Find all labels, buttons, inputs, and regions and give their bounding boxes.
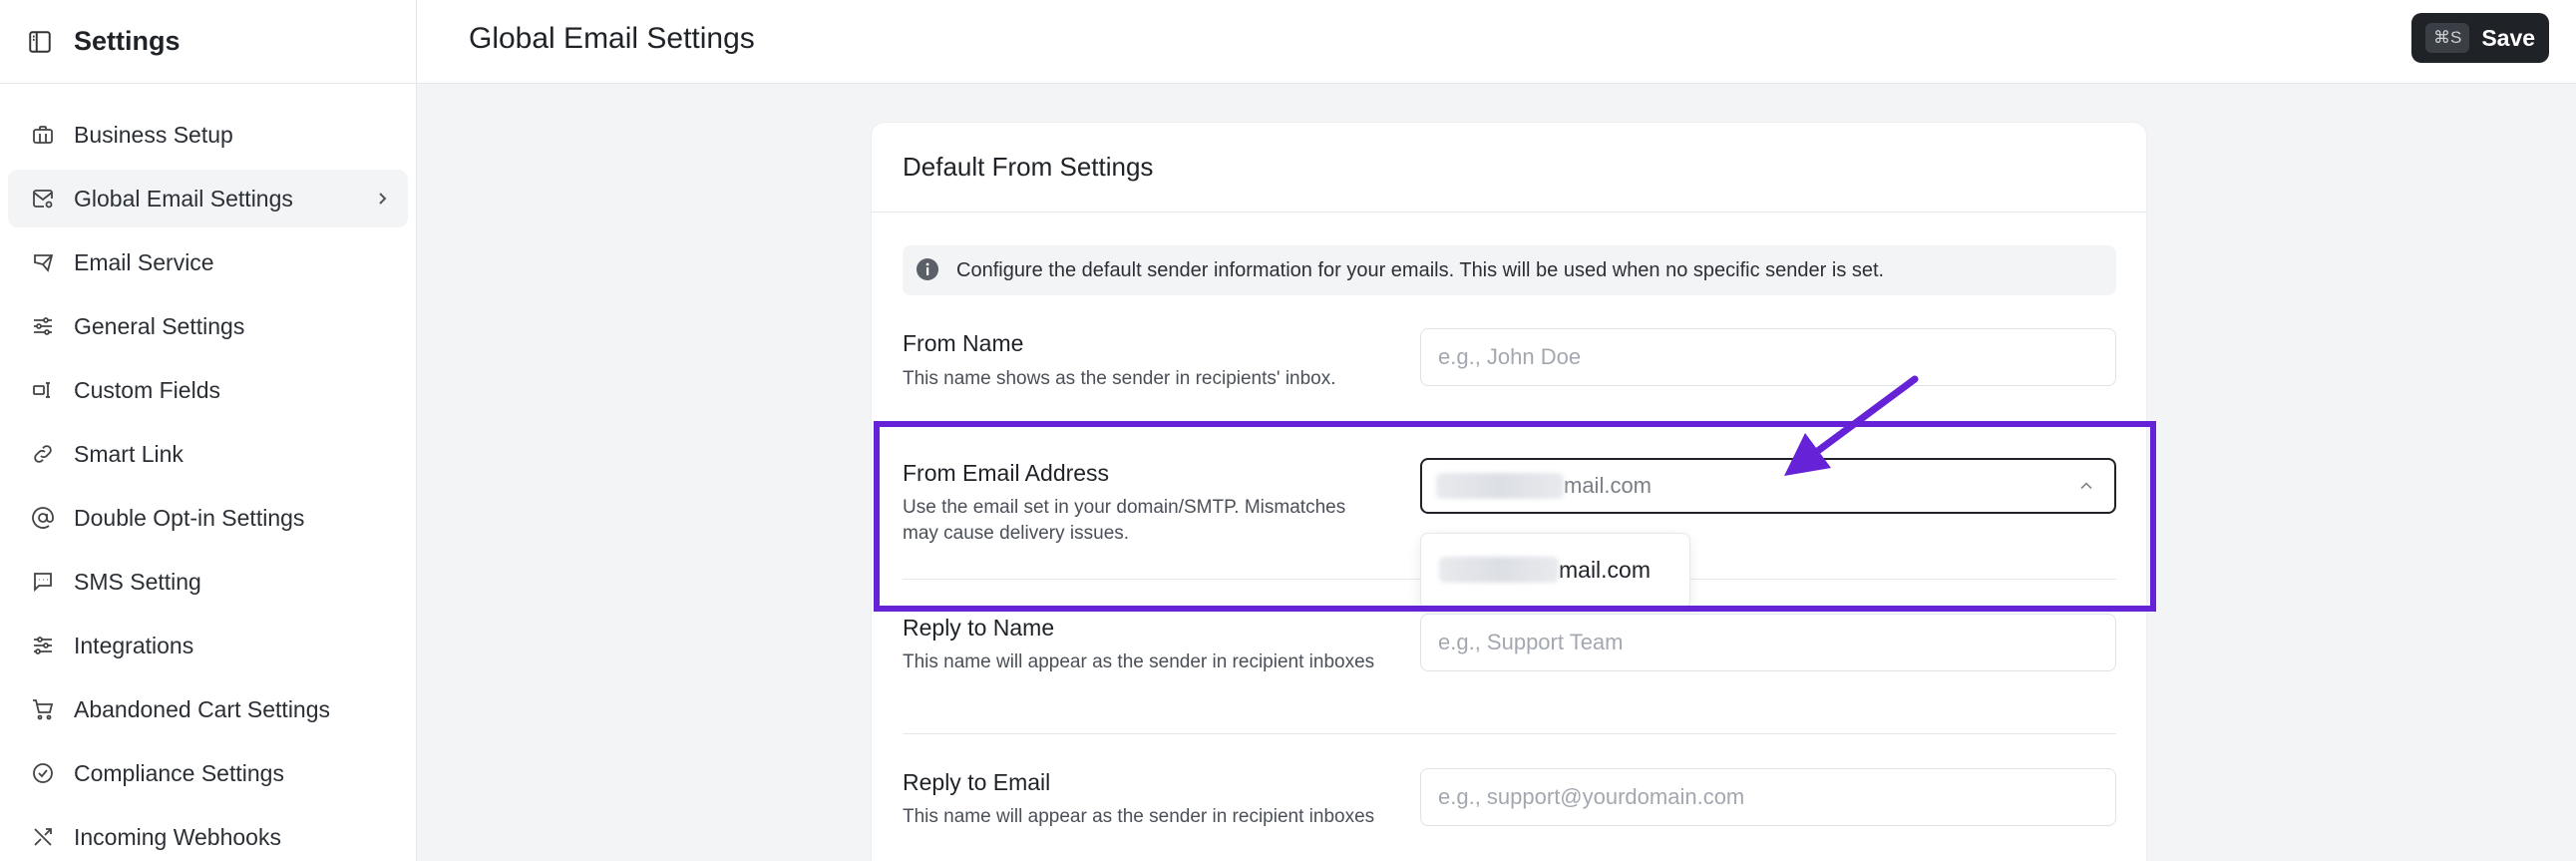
save-button[interactable]: ⌘S Save (2411, 13, 2549, 63)
sidebar-item-global-email-settings[interactable]: Global Email Settings (8, 170, 408, 227)
topbar: Global Email Settings ⌘S Save (417, 0, 2576, 84)
from-name-input[interactable] (1420, 328, 2116, 386)
message-icon (29, 568, 57, 596)
mail-settings-icon (29, 185, 57, 213)
reply-name-help: This name will appear as the sender in r… (903, 651, 1375, 672)
sidebar-item-incoming-webhooks[interactable]: Incoming Webhooks (8, 808, 408, 861)
sidebar-item-abandoned-cart-settings[interactable]: Abandoned Cart Settings (8, 680, 408, 738)
chevron-right-icon (370, 187, 394, 211)
sidebar: Settings Business Setup Global Email Set… (0, 0, 417, 861)
check-circle-icon (29, 759, 57, 787)
divider (903, 733, 2116, 734)
info-banner: Configure the default sender information… (903, 245, 2116, 295)
reply-email-help: This name will appear as the sender in r… (903, 806, 1375, 827)
reply-name-input[interactable] (1420, 614, 2116, 671)
sidebar-item-label: Compliance Settings (74, 759, 284, 786)
sidebar-item-label: Abandoned Cart Settings (74, 695, 331, 722)
sidebar-item-label: Integrations (74, 632, 194, 658)
sidebar-title: Settings (74, 26, 181, 56)
sidebar-item-sms-setting[interactable]: SMS Setting (8, 553, 408, 611)
sidebar-item-label: SMS Setting (74, 568, 201, 595)
sidebar-item-label: Global Email Settings (74, 185, 293, 212)
sidebar-item-label: Smart Link (74, 440, 184, 467)
sidebar-item-business-setup[interactable]: Business Setup (8, 106, 408, 164)
sliders-icon (29, 312, 57, 340)
card-title: Default From Settings (903, 152, 1154, 182)
sidebar-item-label: Incoming Webhooks (74, 823, 281, 850)
sidebar-item-general-settings[interactable]: General Settings (8, 297, 408, 355)
sidebar-item-double-opt-in-settings[interactable]: Double Opt-in Settings (8, 489, 408, 547)
briefcase-icon (29, 121, 57, 149)
cart-icon (29, 695, 57, 723)
reply-email-label: Reply to Email (903, 769, 1051, 795)
sidebar-nav: Business Setup Global Email Settings Ema… (0, 84, 416, 861)
sidebar-item-label: Custom Fields (74, 376, 220, 403)
from-name-help: This name shows as the sender in recipie… (903, 368, 1336, 389)
save-button-label: Save (2481, 24, 2536, 51)
card-header: Default From Settings (872, 123, 2146, 213)
save-shortcut-badge: ⌘S (2424, 23, 2470, 53)
sidebar-item-smart-link[interactable]: Smart Link (8, 425, 408, 483)
custom-field-icon (29, 376, 57, 404)
reply-name-label: Reply to Name (903, 615, 1055, 641)
page-title: Global Email Settings (469, 22, 755, 55)
annotation-highlight-box (874, 421, 2156, 612)
integrations-icon (29, 632, 57, 659)
from-name-label: From Name (903, 330, 1024, 356)
annotation-arrow-icon (1784, 375, 1919, 476)
sidebar-header: Settings (0, 0, 416, 84)
sidebar-item-label: General Settings (74, 312, 245, 339)
info-icon (916, 257, 941, 283)
sidebar-item-label: Business Setup (74, 121, 233, 148)
sidebar-item-compliance-settings[interactable]: Compliance Settings (8, 744, 408, 802)
sidebar-item-custom-fields[interactable]: Custom Fields (8, 361, 408, 419)
send-mail-icon (29, 248, 57, 276)
reply-email-input[interactable] (1420, 768, 2116, 826)
info-text: Configure the default sender information… (956, 258, 1885, 281)
sidebar-item-label: Double Opt-in Settings (74, 504, 305, 531)
sidebar-item-email-service[interactable]: Email Service (8, 233, 408, 291)
at-sign-icon (29, 504, 57, 532)
sidebar-item-integrations[interactable]: Integrations (8, 617, 408, 674)
webhook-icon (29, 823, 57, 851)
sidebar-toggle-icon[interactable] (26, 28, 54, 56)
link-icon (29, 440, 57, 468)
sidebar-item-label: Email Service (74, 248, 214, 275)
